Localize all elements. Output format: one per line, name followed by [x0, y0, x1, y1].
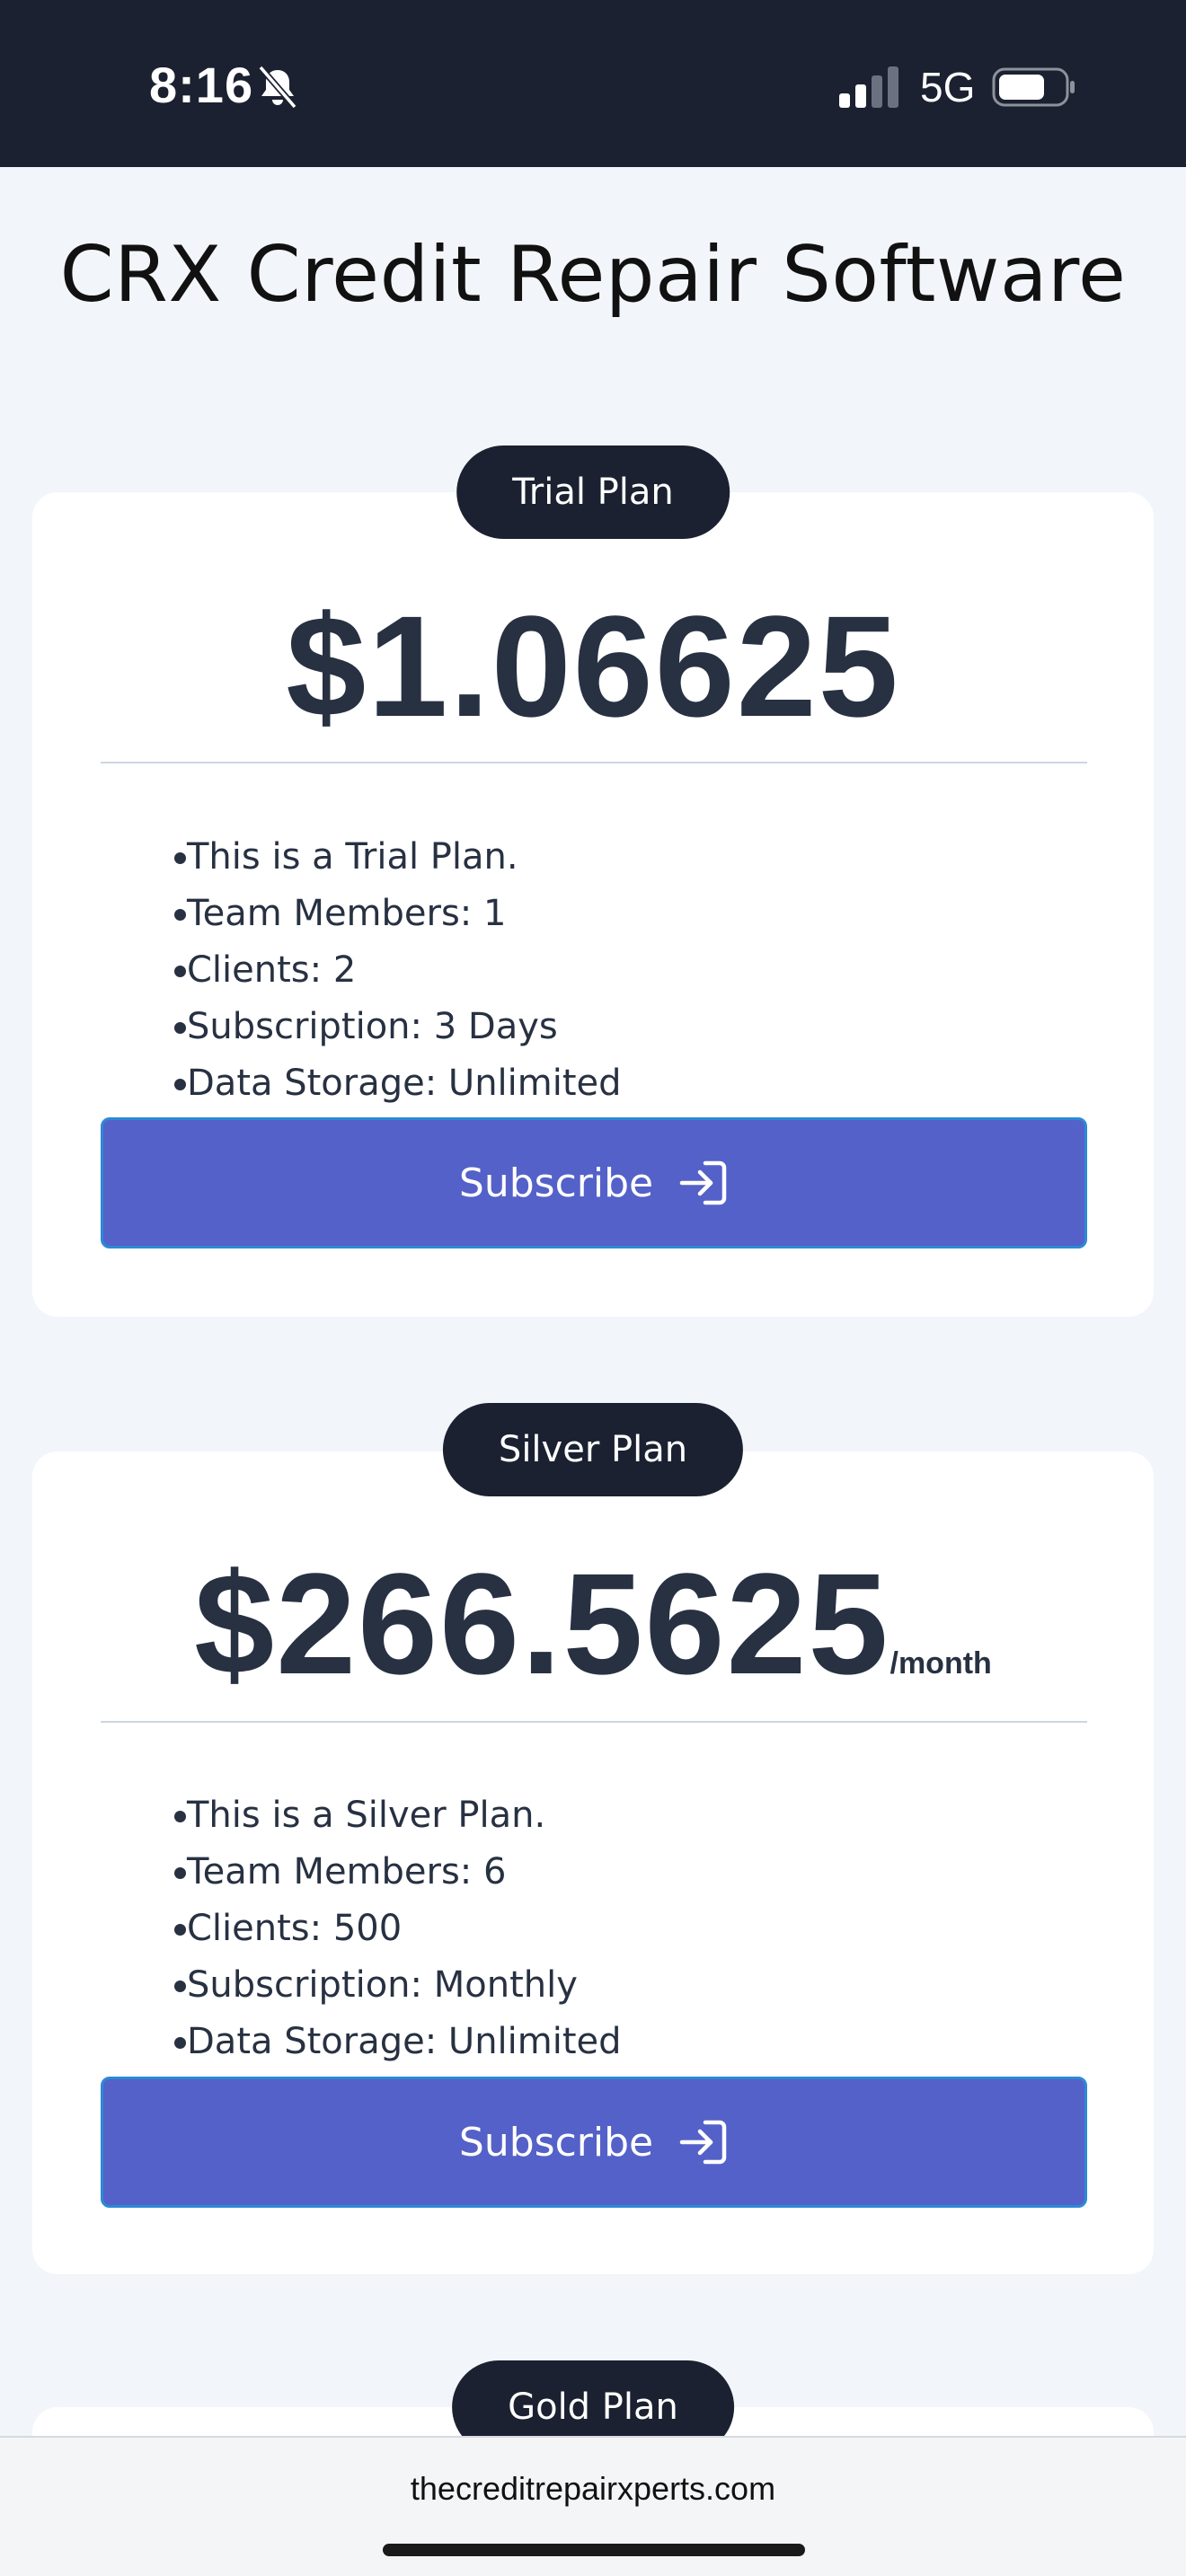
- subscribe-button-silver[interactable]: Subscribe: [101, 2077, 1087, 2208]
- page-title: CRX Credit Repair Software: [59, 230, 1127, 320]
- home-indicator[interactable]: [383, 2544, 805, 2556]
- plan-card-silver: $266.5625/month This is a Silver Plan. T…: [32, 1451, 1154, 2274]
- price-amount: $1.06625: [286, 586, 900, 746]
- battery-icon: [992, 67, 1075, 107]
- price-divider: [101, 1721, 1087, 1723]
- url-text[interactable]: thecreditrepairxperts.com: [0, 2470, 1186, 2508]
- bell-slash-icon: [258, 65, 297, 110]
- feature-item: Data Storage: Unlimited: [101, 1055, 1087, 1112]
- feature-item: Team Members: 1: [101, 886, 1087, 942]
- feature-item: Subscription: Monthly: [101, 1957, 1087, 2014]
- plan-price: $1.06625: [32, 584, 1154, 749]
- feature-item: Team Members: 6: [101, 1844, 1087, 1901]
- status-bar: 8:16 5G: [0, 0, 1186, 167]
- feature-item: Subscription: 3 Days: [101, 999, 1087, 1055]
- plan-badge-trial: Trial Plan: [456, 446, 730, 539]
- status-time: 8:16: [149, 57, 254, 113]
- feature-list: This is a Silver Plan. Team Members: 6 C…: [101, 1787, 1087, 2070]
- feature-list: This is a Trial Plan. Team Members: 1 Cl…: [101, 829, 1087, 1112]
- feature-item: This is a Silver Plan.: [101, 1787, 1087, 1844]
- sign-in-icon: [679, 2120, 727, 2165]
- price-period: /month: [890, 1646, 992, 1681]
- subscribe-label: Subscribe: [458, 1160, 654, 1206]
- plan-badge-silver: Silver Plan: [442, 1403, 744, 1496]
- browser-url-bar[interactable]: thecreditrepairxperts.com: [0, 2436, 1186, 2576]
- price-amount: $266.5625: [194, 1543, 890, 1704]
- plan-price: $266.5625/month: [32, 1541, 1154, 1707]
- feature-item: Data Storage: Unlimited: [101, 2014, 1087, 2070]
- network-type: 5G: [920, 64, 976, 110]
- subscribe-button-trial[interactable]: Subscribe: [101, 1117, 1087, 1248]
- feature-item: Clients: 2: [101, 942, 1087, 999]
- subscribe-label: Subscribe: [458, 2119, 654, 2166]
- price-divider: [101, 762, 1087, 763]
- feature-item: This is a Trial Plan.: [101, 829, 1087, 886]
- feature-item: Clients: 500: [101, 1901, 1087, 1957]
- plan-card-trial: $1.06625 This is a Trial Plan. Team Memb…: [32, 492, 1154, 1317]
- signal-icon: [839, 66, 898, 108]
- sign-in-icon: [679, 1160, 727, 1205]
